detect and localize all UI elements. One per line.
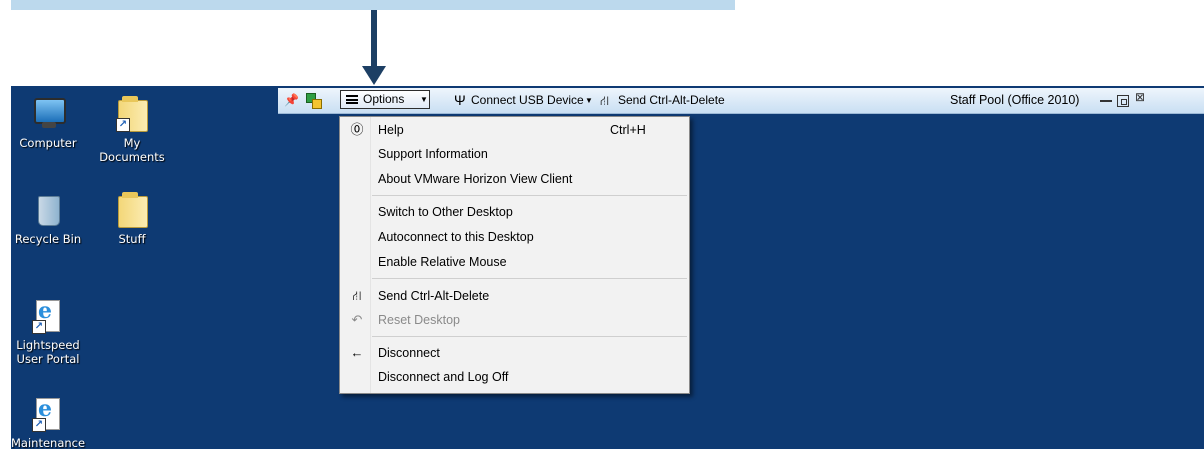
menu-item-help[interactable]: ⓪ Help Ctrl+H xyxy=(340,119,689,141)
desktop-icon-label: Recycle Bin xyxy=(14,232,82,246)
desktop-icon-lightspeed[interactable]: e ↗ Lightspeed User Portal xyxy=(11,298,85,366)
hamburger-icon xyxy=(346,95,358,104)
menu-item-relative-mouse[interactable]: Enable Relative Mouse xyxy=(340,251,689,273)
menu-item-disconnect-log-off[interactable]: Disconnect and Log Off xyxy=(340,366,689,388)
remote-desktop: Computer ↗ My Documents Recycle Bin Stuf… xyxy=(11,86,1204,449)
menu-item-disconnect[interactable]: ← Disconnect xyxy=(340,342,689,364)
restore-icon[interactable] xyxy=(1117,95,1129,107)
desktop-pool-title: Staff Pool (Office 2010) xyxy=(950,93,1080,107)
pin-icon[interactable]: 📌 xyxy=(284,88,299,113)
menu-item-label: Send Ctrl-Alt-Delete xyxy=(378,289,490,303)
reset-icon: ↶ xyxy=(351,312,363,327)
desktop-icon-label: My Documents xyxy=(99,136,165,164)
usb-icon[interactable]: Ψ xyxy=(454,88,466,113)
menu-item-label: Switch to Other Desktop xyxy=(378,205,513,219)
internet-explorer-icon: e ↗ xyxy=(30,396,66,432)
desktop-icon-label: Maintenance xyxy=(11,436,86,449)
options-menu: ⓪ Help Ctrl+H Support Information About … xyxy=(339,116,690,394)
menu-item-switch-desktop[interactable]: Switch to Other Desktop xyxy=(340,201,689,223)
desktop-icon-my-documents[interactable]: ↗ My Documents xyxy=(95,96,169,164)
desktop-icon-computer[interactable]: Computer xyxy=(11,96,85,150)
menu-item-shortcut: Ctrl+H xyxy=(610,123,646,137)
menu-item-label: Autoconnect to this Desktop xyxy=(378,230,534,244)
horizon-toolbar: 📌 Options ▼ Ψ Connect USB Device ▼ ⛙ Sen… xyxy=(278,88,1204,114)
menu-separator xyxy=(372,278,687,279)
folder-icon xyxy=(114,192,150,228)
menu-item-send-ctrl-alt-delete[interactable]: ⛙ Send Ctrl-Alt-Delete xyxy=(340,285,689,307)
desktop-icon-recycle-bin[interactable]: Recycle Bin xyxy=(11,192,85,246)
desktop-icon-maintenance[interactable]: e ↗ Maintenance xyxy=(11,396,85,449)
send-ctrl-alt-delete-button[interactable]: Send Ctrl-Alt-Delete xyxy=(618,88,725,113)
options-label: Options xyxy=(363,92,405,106)
minimize-icon[interactable] xyxy=(1100,100,1112,102)
internet-explorer-icon: e ↗ xyxy=(30,298,66,334)
chevron-down-icon: ▼ xyxy=(420,95,428,104)
menu-item-label: Enable Relative Mouse xyxy=(378,255,507,269)
menu-item-label: Support Information xyxy=(378,147,488,161)
arrow-left-icon: ← xyxy=(350,345,364,360)
menu-separator xyxy=(372,195,687,196)
desktop-icon-label: Lightspeed User Portal xyxy=(16,338,80,366)
menu-item-support-information[interactable]: Support Information xyxy=(340,143,689,165)
desktop-icon-label: Computer xyxy=(19,136,77,150)
callout-highlight xyxy=(11,0,735,10)
menu-item-label: About VMware Horizon View Client xyxy=(378,172,573,186)
help-icon: ⓪ xyxy=(350,122,364,137)
menu-item-about[interactable]: About VMware Horizon View Client xyxy=(340,168,689,190)
desktop-icon-label: Stuff xyxy=(118,232,146,246)
callout-arrow-head xyxy=(362,66,386,85)
ctrl-alt-delete-icon[interactable]: ⛙ xyxy=(600,88,609,113)
menu-item-label: Help xyxy=(378,123,404,137)
desktop-icon-stuff[interactable]: Stuff xyxy=(95,192,169,246)
close-icon[interactable]: ⊠ xyxy=(1135,86,1145,110)
network-icon: ⛙ xyxy=(352,288,362,303)
options-button[interactable]: Options ▼ xyxy=(340,90,430,109)
folder-icon: ↗ xyxy=(114,96,150,132)
menu-item-reset-desktop[interactable]: ↶ Reset Desktop xyxy=(340,309,689,331)
network-icon[interactable] xyxy=(304,88,322,113)
recycle-bin-icon xyxy=(30,192,66,228)
computer-icon xyxy=(30,96,66,132)
menu-item-label: Disconnect and Log Off xyxy=(378,370,509,384)
connect-usb-button[interactable]: Connect USB Device xyxy=(471,88,584,113)
chevron-down-icon[interactable]: ▼ xyxy=(585,88,593,113)
callout-arrow xyxy=(371,10,377,68)
menu-item-label: Reset Desktop xyxy=(378,313,460,327)
menu-item-label: Disconnect xyxy=(378,346,440,360)
menu-item-autoconnect[interactable]: Autoconnect to this Desktop xyxy=(340,226,689,248)
menu-separator xyxy=(372,336,687,337)
